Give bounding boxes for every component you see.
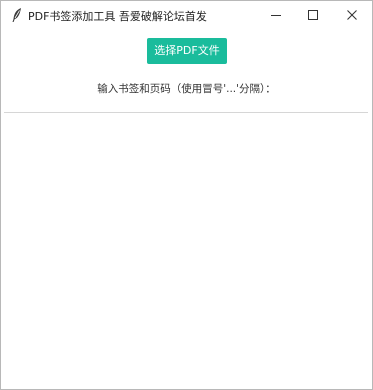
maximize-button[interactable] bbox=[296, 1, 330, 29]
bookmark-input[interactable] bbox=[4, 112, 368, 388]
window-title: PDF书签添加工具 吾爱破解论坛首发 bbox=[28, 10, 207, 23]
close-button[interactable] bbox=[335, 1, 369, 29]
close-icon bbox=[347, 10, 357, 20]
feather-icon bbox=[10, 7, 24, 23]
minimize-icon bbox=[271, 15, 281, 16]
select-pdf-button[interactable]: 选择PDF文件 bbox=[147, 38, 227, 64]
app-window: PDF书签添加工具 吾爱破解论坛首发 选择PDF文件 输入书签和页码（使用冒号'… bbox=[0, 0, 373, 390]
maximize-icon bbox=[308, 10, 318, 20]
bookmark-hint-label: 输入书签和页码（使用冒号'...'分隔）： bbox=[97, 83, 276, 95]
minimize-button[interactable] bbox=[259, 1, 293, 29]
title-bar[interactable]: PDF书签添加工具 吾爱破解论坛首发 bbox=[1, 1, 372, 31]
